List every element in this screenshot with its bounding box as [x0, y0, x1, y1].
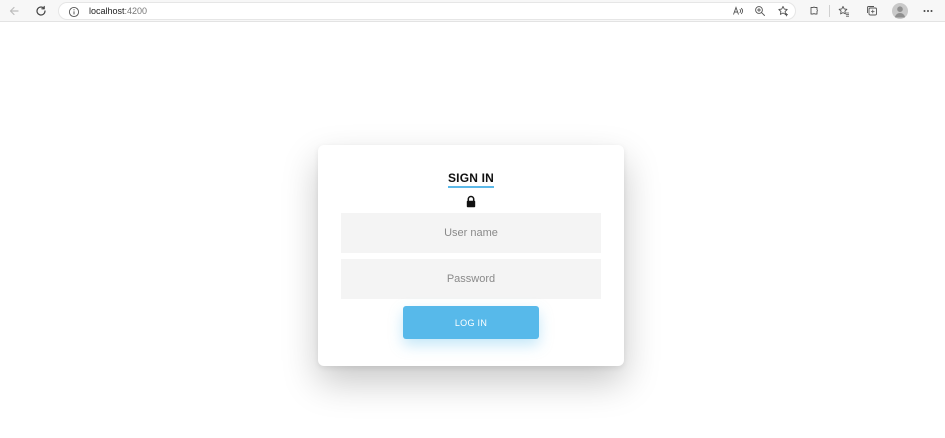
- url-host: localhost: [89, 6, 125, 16]
- url-port: :4200: [124, 6, 148, 16]
- back-icon[interactable]: [6, 3, 22, 19]
- url-text: localhost:4200: [89, 5, 147, 17]
- more-menu-icon[interactable]: [920, 3, 936, 19]
- zoom-icon[interactable]: [752, 3, 768, 19]
- refresh-icon[interactable]: [33, 3, 49, 19]
- password-input[interactable]: [341, 259, 601, 299]
- site-info-icon[interactable]: [68, 5, 80, 18]
- lock-icon: [465, 195, 477, 208]
- read-aloud-icon[interactable]: [730, 3, 746, 19]
- extensions-icon[interactable]: [806, 3, 822, 19]
- login-button[interactable]: LOG IN: [403, 306, 539, 339]
- collections-icon[interactable]: [864, 3, 880, 19]
- address-bar[interactable]: localhost:4200: [58, 2, 796, 20]
- add-favorite-icon[interactable]: [775, 3, 791, 19]
- favorites-icon[interactable]: [836, 3, 852, 19]
- toolbar-separator: [829, 5, 830, 17]
- sign-in-title: SIGN IN: [318, 171, 624, 188]
- sign-in-title-text: SIGN IN: [447, 171, 495, 188]
- username-input[interactable]: [341, 213, 601, 253]
- login-card: SIGN IN LOG IN: [318, 145, 624, 366]
- browser-toolbar: localhost:4200: [0, 0, 945, 22]
- profile-avatar[interactable]: [892, 3, 908, 19]
